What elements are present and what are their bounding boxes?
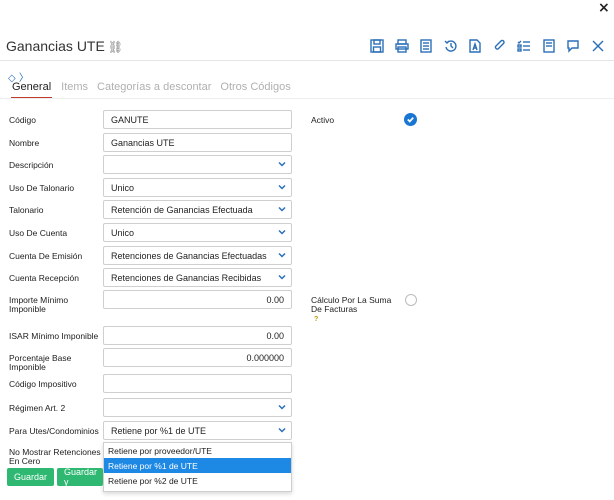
document-icon[interactable]	[419, 38, 433, 54]
print-icon[interactable]	[394, 38, 409, 54]
activo-label: Activo	[311, 115, 335, 125]
nombre-label: Nombre	[9, 138, 40, 148]
notes-icon[interactable]	[542, 38, 556, 54]
isar-minimo-label: ISAR Mínimo Imponible	[9, 331, 99, 341]
cuenta-emision-value: Retenciones de Ganancias Efectuadas	[111, 250, 267, 261]
calculo-checkbox[interactable]	[405, 294, 417, 306]
dropdown-option[interactable]: Retiene por proveedor/UTE	[104, 443, 291, 458]
history-icon[interactable]	[444, 38, 458, 54]
tab-items[interactable]: Items	[61, 81, 88, 99]
cuenta-emision-select[interactable]: Retenciones de Ganancias Efectuadas	[103, 246, 292, 265]
chevron-down-icon	[277, 227, 287, 237]
uso-cuenta-select[interactable]: Unico	[103, 223, 292, 242]
chevron-down-icon	[277, 425, 287, 435]
codigo-input[interactable]: GANUTE	[103, 110, 292, 129]
chevron-down-icon	[277, 182, 287, 192]
tab-categorias[interactable]: Categorías a descontar	[97, 81, 211, 99]
cuenta-emision-label: Cuenta De Emisión	[9, 251, 83, 261]
para-utes-select[interactable]: Retiene por %1 de UTE	[103, 421, 292, 440]
descripcion-label: Descripción	[9, 160, 54, 170]
talonario-value: Retención de Ganancias Efectuada	[111, 204, 253, 215]
page-title: Ganancias UTE ⛓	[6, 38, 123, 54]
help-icon[interactable]: ?	[314, 316, 318, 323]
no-mostrar-label: No Mostrar Retenciones En Cero	[9, 447, 101, 466]
tab-general[interactable]: General	[11, 81, 53, 99]
tab-otros-codigos[interactable]: Otros Códigos	[220, 81, 290, 99]
talonario-label: Talonario	[9, 205, 44, 215]
regimen-label: Régimen Art. 2	[9, 403, 66, 413]
chevron-down-icon	[277, 159, 287, 169]
guardar-button[interactable]: Guardar	[7, 468, 55, 486]
cuenta-recepcion-select[interactable]: Retenciones de Ganancias Recibidas	[103, 268, 292, 287]
dropdown-option[interactable]: Retiene por %2 de UTE	[104, 473, 291, 488]
tab-bar: General Items Categorías a descontar Otr…	[11, 81, 300, 99]
guardar-y-button[interactable]: Guardar y	[57, 468, 103, 486]
para-utes-dropdown: Retiene por proveedor/UTE Retiene por %1…	[103, 442, 292, 492]
calculo-label: Cálculo Por La Suma De Facturas	[311, 295, 392, 314]
para-utes-value: Retiene por %1 de UTE	[111, 425, 207, 436]
check-icon	[407, 117, 414, 123]
close-icon[interactable]	[591, 38, 605, 54]
uso-talonario-value: Unico	[111, 182, 135, 193]
importe-minimo-label: Importe Mínimo Imponible	[9, 295, 69, 314]
toolbar	[370, 38, 614, 54]
chevron-down-icon	[277, 272, 287, 282]
tab-divider	[0, 98, 614, 99]
importe-minimo-input[interactable]: 0.00	[103, 290, 292, 309]
codigo-label: Código	[9, 115, 36, 125]
codigo-impositivo-input[interactable]	[103, 374, 292, 393]
window-close-button[interactable]: ×	[598, 0, 610, 16]
header-divider	[0, 60, 614, 61]
list-icon[interactable]	[517, 38, 531, 54]
save-icon[interactable]	[370, 38, 384, 54]
porcentaje-base-label: Porcentaje Base Imponible	[9, 353, 72, 372]
uso-talonario-label: Uso De Talonario	[9, 183, 75, 193]
comment-icon[interactable]	[566, 38, 580, 54]
talonario-select[interactable]: Retención de Ganancias Efectuada	[103, 200, 292, 219]
nombre-input[interactable]: Ganancias UTE	[103, 133, 292, 152]
uso-cuenta-value: Unico	[111, 227, 135, 238]
para-utes-label: Para Utes/Condominios	[9, 426, 99, 436]
cuenta-recepcion-label: Cuenta Recepción	[9, 273, 79, 283]
chevron-down-icon	[277, 250, 287, 260]
codigo-impositivo-label: Código Impositivo	[9, 379, 77, 389]
attach-icon[interactable]	[493, 38, 507, 54]
chevron-down-icon	[277, 204, 287, 214]
descripcion-select[interactable]	[103, 155, 292, 174]
dropdown-option-selected[interactable]: Retiene por %1 de UTE	[104, 458, 291, 473]
pdf-icon[interactable]	[468, 38, 482, 54]
porcentaje-base-input[interactable]: 0.000000	[103, 348, 292, 367]
cuenta-recepcion-value: Retenciones de Ganancias Recibidas	[111, 272, 262, 283]
activo-checkbox[interactable]	[404, 113, 417, 126]
regimen-select[interactable]	[103, 398, 292, 417]
isar-minimo-input[interactable]: 0.00	[103, 326, 292, 345]
link-icon[interactable]: ⛓	[108, 40, 123, 54]
chevron-down-icon	[277, 402, 287, 412]
uso-cuenta-label: Uso De Cuenta	[9, 228, 68, 238]
uso-talonario-select[interactable]: Unico	[103, 178, 292, 197]
page-title-text: Ganancias UTE	[6, 38, 105, 54]
